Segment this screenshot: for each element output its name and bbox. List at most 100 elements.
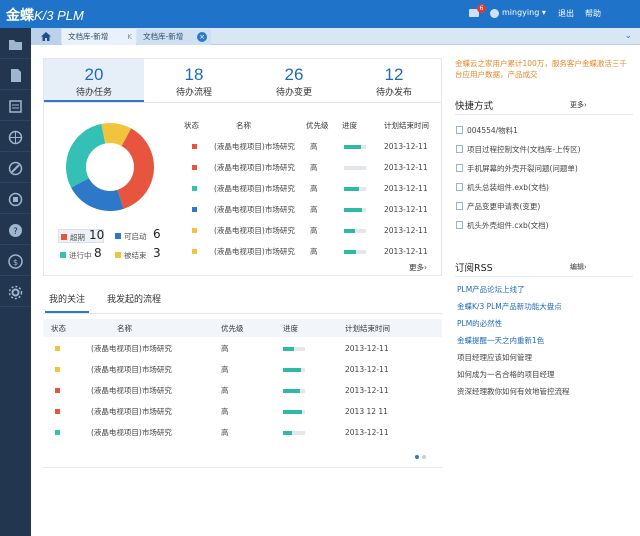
task-priority: 高 (310, 226, 318, 235)
tab-my-follow[interactable]: 我的关注 (45, 287, 90, 313)
announcement[interactable]: 金蝶云之家用户累计100万，服务客户金蝶激活三千台应用户数据，产品成交 (455, 58, 633, 80)
rss-item[interactable]: PLM的必然性 (457, 318, 502, 329)
tab-my-processes[interactable]: 我发起的流程 (103, 287, 165, 313)
sidebar-item-compass[interactable] (0, 122, 31, 152)
user-menu[interactable]: mingying ▾ (502, 8, 546, 17)
svg-text:?: ? (13, 227, 18, 237)
task-end-date: 2013-12-11 (345, 365, 389, 374)
table-row[interactable]: (液晶电视项目)市场研究高 2013-12-11 (184, 157, 436, 178)
task-name[interactable]: (液晶电视项目)市场研究 (89, 422, 211, 443)
close-icon[interactable]: × (197, 32, 207, 42)
kpi-todo-change[interactable]: 26 待办变更 (244, 59, 344, 102)
quick-link[interactable]: 产品变更申请表(变更) (456, 201, 540, 212)
file-icon (456, 145, 463, 153)
kpi-todo-task[interactable]: 20 待办任务 (44, 59, 144, 102)
sidebar-item-help[interactable]: ? (0, 215, 31, 245)
legend-startable[interactable]: 可启动 6 (113, 227, 168, 243)
sidebar-item-report[interactable] (0, 184, 31, 214)
quick-link[interactable]: 机头总装组件.exb(文档) (456, 182, 549, 193)
legend-ended[interactable]: 被结束 3 (113, 246, 168, 262)
pager-dots[interactable] (414, 454, 428, 460)
kpi-todo-release[interactable]: 12 待办发布 (344, 59, 444, 102)
table-row[interactable]: (液晶电视项目)市场研究高 2013-12-11 (51, 422, 413, 443)
progress-bar (344, 187, 366, 191)
task-name[interactable]: (液晶电视项目)市场研究 (214, 136, 306, 157)
table-row[interactable]: (液晶电视项目)市场研究高 2013-12-11 (184, 178, 436, 199)
quick-link[interactable]: 项目过程控制文件(文档库-上传区) (456, 144, 581, 155)
tab-pin-icon[interactable]: K (127, 29, 132, 45)
help-icon: ? (9, 224, 22, 237)
table-row[interactable]: (液晶电视项目)市场研究高 2013-12-11 (51, 380, 413, 401)
table-row[interactable]: (液晶电视项目)市场研究高 2013-12-11 (51, 338, 413, 359)
quick-link-label: 004554/物料1 (467, 126, 518, 135)
table-row[interactable]: (液晶电视项目)市场研究 高 2013 12 11 (51, 401, 413, 422)
col-priority: 优先级 (221, 323, 244, 333)
quick-link[interactable]: 机头外壳组件.cxb(文档) (456, 220, 549, 231)
sidebar-item-settings[interactable] (0, 277, 31, 307)
donut-slice-2[interactable] (66, 123, 106, 188)
table-row[interactable]: (液晶电视项目)市场研究高 2013-12-11 (184, 136, 436, 157)
app-logo: 金蝶K/3 PLM (6, 5, 84, 25)
legend-overdue[interactable]: 超期 10 (58, 228, 104, 243)
tabs-more-icon[interactable]: ⌄ (624, 28, 632, 45)
dollar-icon: $ (8, 254, 23, 269)
pager-dot[interactable] (422, 455, 426, 459)
rss-item[interactable]: 金蝶K/3 PLM产品新功能大盘点 (457, 301, 562, 312)
tab-doclib-2[interactable]: 文档库-新增 × (137, 29, 211, 45)
task-name[interactable]: (液晶电视项目)市场研究 (89, 401, 211, 422)
table-row[interactable]: (液晶电视项目)市场研究高 2013-12-11 (184, 199, 436, 220)
status-dot (192, 165, 197, 170)
rss-item[interactable]: 如何成为一名合格的项目经理 (457, 369, 555, 380)
task-priority: 高 (221, 407, 229, 416)
status-dot (192, 144, 197, 149)
quick-link[interactable]: 手机屏幕的外壳开裂问题(问题单) (456, 163, 578, 174)
kpi-todo-process[interactable]: 18 待办流程 (144, 59, 244, 102)
rss-item[interactable]: 金蝶提醒一天之内重新1色 (457, 335, 544, 346)
rss-item[interactable]: 项目经理应该如何管理 (457, 352, 532, 363)
task-name[interactable]: (液晶电视项目)市场研究 (214, 157, 306, 178)
divider (44, 102, 441, 103)
sidebar-item-folder[interactable] (0, 29, 31, 59)
user-icon (490, 9, 499, 18)
file-icon (456, 126, 463, 134)
quick-link-label: 机头总装组件.exb(文档) (467, 183, 549, 192)
quick-link[interactable]: 004554/物料1 (456, 125, 518, 136)
folder-icon (9, 40, 22, 50)
legend-inprogress[interactable]: 进行中 8 (58, 246, 108, 262)
logout-link[interactable]: 退出 (558, 8, 574, 19)
task-name[interactable]: (液晶电视项目)市场研究 (214, 220, 306, 241)
sidebar-item-dollar[interactable]: $ (0, 246, 31, 276)
pager-dot-active[interactable] (415, 455, 419, 459)
home-tab[interactable] (31, 28, 61, 45)
kpi-label: 待办发布 (375, 88, 412, 98)
progress-fill (283, 368, 301, 372)
legend-swatch (61, 234, 67, 240)
status-dot (55, 346, 60, 351)
task-end-date: 2013-12-11 (384, 163, 428, 172)
table-row[interactable]: (液晶电视项目)市场研究高 2013-12-11 (184, 220, 436, 241)
rss-item[interactable]: PLM产品论坛上线了 (457, 284, 525, 295)
rss-item[interactable]: 资深经理教你如何有效地管控流程 (457, 386, 570, 397)
progress-bar (344, 229, 366, 233)
sidebar-item-list[interactable] (0, 91, 31, 121)
tab-doclib-1[interactable]: 文档库-新增 K (62, 29, 136, 45)
rss-edit[interactable]: 编辑› (570, 262, 587, 272)
sidebar-item-tools[interactable] (0, 153, 31, 183)
task-name[interactable]: (液晶电视项目)市场研究 (214, 178, 306, 199)
task-name[interactable]: (液晶电视项目)市场研究 (89, 380, 211, 401)
list-icon (9, 100, 22, 113)
task-name[interactable]: (液晶电视项目)市场研究 (214, 241, 306, 262)
task-name[interactable]: (液晶电视项目)市场研究 (89, 359, 211, 380)
help-link[interactable]: 帮助 (585, 8, 601, 19)
task-name[interactable]: (液晶电视项目)市场研究 (214, 199, 306, 220)
quick-links-more[interactable]: 更多› (570, 100, 587, 110)
sidebar-item-document[interactable] (0, 60, 31, 90)
tools-icon (8, 161, 23, 176)
task-more-link[interactable]: 更多› (409, 262, 427, 273)
svg-text:$: $ (13, 258, 18, 267)
task-name[interactable]: (液晶电视项目)市场研究 (89, 338, 211, 359)
table-row[interactable]: (液晶电视项目)市场研究高 2013-12-11 (51, 359, 413, 380)
col-end-date: 计划结束时间 (345, 323, 390, 333)
table-row[interactable]: (液晶电视项目)市场研究高 2013-12-11 (184, 241, 436, 262)
sidebar: ? $ (0, 28, 31, 536)
